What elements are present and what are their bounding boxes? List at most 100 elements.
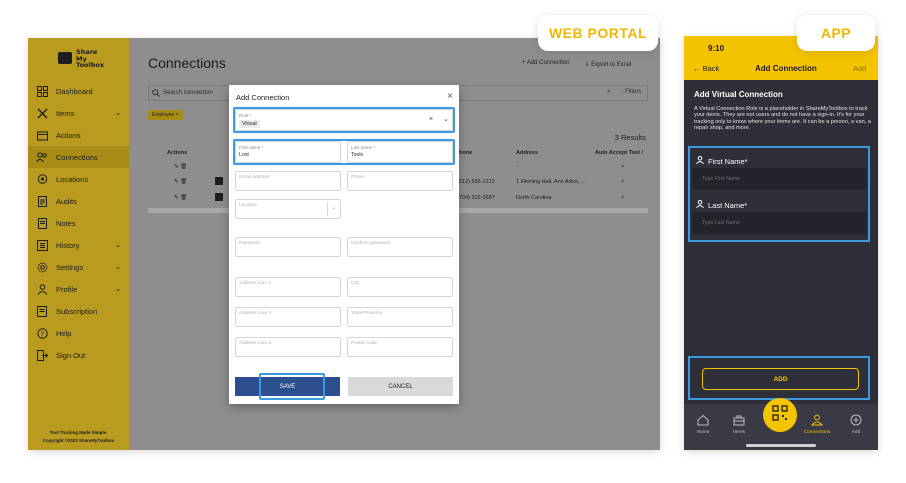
pin-icon: [36, 173, 48, 185]
address-line1-field[interactable]: Address Line 1: [235, 277, 341, 297]
tab-label: Home: [696, 430, 710, 435]
filters-label: Filters: [625, 89, 642, 95]
sidebar-item-label: Locations: [56, 174, 89, 184]
modal-title: Add Connection: [236, 93, 290, 102]
sidebar-item-label: Settings: [56, 262, 84, 272]
tools-icon: [36, 107, 48, 119]
table-cell: ×: [621, 179, 625, 185]
close-icon[interactable]: ×: [447, 91, 453, 102]
chevron-down-icon[interactable]: ⌄: [331, 204, 336, 211]
sidebar-item-profile[interactable]: Profile ⌄: [28, 278, 129, 300]
sidebar-item-label: Sign Out: [56, 350, 86, 360]
history-icon: [36, 239, 48, 251]
page-title: Connections: [148, 55, 226, 71]
tab-bar: Home Items Connections Add: [684, 398, 878, 450]
search-placeholder: Search connection: [163, 90, 213, 96]
users-icon: [36, 151, 48, 163]
postal-code-field[interactable]: Postal Code: [347, 337, 453, 357]
back-button[interactable]: ← Back: [693, 64, 719, 73]
results-count: 3 Results: [614, 133, 646, 142]
chevron-down-icon: ⌄: [115, 286, 121, 293]
grid-icon: [36, 85, 48, 97]
tab-label: Connections: [803, 430, 831, 435]
signout-icon: [36, 349, 48, 361]
note-icon: [36, 217, 48, 229]
status-time: 9:10: [708, 44, 725, 53]
edit-icon[interactable]: ✎ 🗑: [174, 164, 187, 170]
sidebar-item-items[interactable]: Items ⌄: [28, 102, 129, 124]
filter-chip[interactable]: Employee ×: [148, 110, 183, 120]
confirm-password-field[interactable]: Confirm password: [347, 237, 453, 257]
tab-home[interactable]: Home: [686, 414, 720, 435]
column-header-auto-accept[interactable]: Auto Accept Tool /: [595, 150, 643, 156]
sidebar-item-help[interactable]: ? Help: [28, 322, 129, 344]
highlight-role: [233, 107, 455, 133]
sidebar-item-label: Audits: [56, 196, 77, 206]
qr-scan-button[interactable]: [763, 398, 797, 432]
sidebar-item-dashboard[interactable]: Dashboard: [28, 80, 129, 102]
address-line3-field[interactable]: Address Line 3: [235, 337, 341, 357]
sidebar-item-history[interactable]: History ⌄: [28, 234, 129, 256]
logo: Share My Toolbox: [58, 49, 118, 73]
svg-text:?: ?: [40, 330, 43, 338]
actions-icon: [36, 129, 48, 141]
person-icon: [36, 283, 48, 295]
sidebar-item-sign-out[interactable]: Sign Out: [28, 344, 129, 366]
export-excel-button[interactable]: ⭳ Export to Excel: [586, 60, 631, 70]
clear-icon[interactable]: ×: [607, 89, 611, 95]
avatar: [215, 193, 223, 201]
avatar: [215, 177, 223, 185]
sidebar-item-actions[interactable]: Actions: [28, 124, 129, 146]
plus-icon: [839, 414, 873, 428]
app-description: A Virtual Connection Role is a placehold…: [694, 106, 871, 131]
back-label: Back: [702, 64, 720, 73]
location-select[interactable]: Location ⌄: [235, 199, 341, 219]
gear-icon: [36, 261, 48, 273]
app-badge: APP: [797, 15, 875, 51]
tab-connections[interactable]: Connections: [800, 414, 834, 435]
city-field[interactable]: City: [347, 277, 453, 297]
sidebar-item-label: History: [56, 240, 80, 250]
chevron-down-icon: ⌄: [115, 242, 121, 249]
cancel-button[interactable]: CANCEL: [348, 377, 453, 396]
add-top-button[interactable]: Add: [853, 64, 866, 73]
qr-icon: [772, 404, 788, 426]
password-field[interactable]: Password: [235, 237, 341, 257]
column-header-phone[interactable]: hone: [459, 150, 472, 156]
location-placeholder: Location: [239, 203, 258, 208]
export-label: Export to Excel: [591, 62, 632, 68]
add-connection-button[interactable]: + Add Connection: [522, 60, 570, 66]
column-header-address[interactable]: Address: [516, 150, 538, 156]
tab-items[interactable]: Items: [722, 414, 756, 435]
state-field[interactable]: State/Province: [347, 307, 453, 327]
app-heading: Add Virtual Connection: [694, 90, 783, 99]
sidebar-item-connections[interactable]: Connections: [28, 146, 129, 168]
column-header-actions[interactable]: Actions: [167, 150, 187, 156]
sidebar-item-audits[interactable]: Audits: [28, 190, 129, 212]
sidebar: Share My Toolbox Dashboard Items ⌄ Actio…: [28, 38, 129, 450]
download-icon: ⭳: [586, 62, 589, 68]
chevron-down-icon: ⌄: [115, 264, 121, 271]
sidebar-item-label: Subscription: [56, 306, 98, 316]
sidebar-item-label: Profile: [56, 284, 78, 294]
sidebar-item-locations[interactable]: Locations: [28, 168, 129, 190]
table-cell: 1 Fleming Hall, Ann Arbor, ...: [516, 179, 586, 185]
sidebar-item-subscription[interactable]: Subscription: [28, 300, 129, 322]
table-cell: 704) 202-3687: [459, 195, 495, 201]
sidebar-item-notes[interactable]: Notes: [28, 212, 129, 234]
filters-button[interactable]: ⫶ Filters: [622, 89, 642, 96]
web-portal-badge: WEB PORTAL: [538, 15, 658, 51]
edit-icon[interactable]: ✎ 🗑: [174, 195, 187, 201]
email-field[interactable]: Email address: [235, 171, 341, 191]
select-divider: [327, 202, 328, 216]
tab-add[interactable]: Add: [839, 414, 873, 435]
phone-field[interactable]: Phone: [347, 171, 453, 191]
back-arrow-icon: ←: [693, 64, 703, 73]
edit-icon[interactable]: ✎ 🗑: [174, 179, 187, 185]
highlight-name-fields: [688, 146, 870, 242]
sidebar-item-settings[interactable]: Settings ⌄: [28, 256, 129, 278]
table-cell: 212) 555-1212: [459, 179, 495, 185]
app-title: Add Connection: [755, 64, 817, 73]
highlight-add-button: [688, 356, 870, 400]
address-line2-field[interactable]: Address Line 2: [235, 307, 341, 327]
